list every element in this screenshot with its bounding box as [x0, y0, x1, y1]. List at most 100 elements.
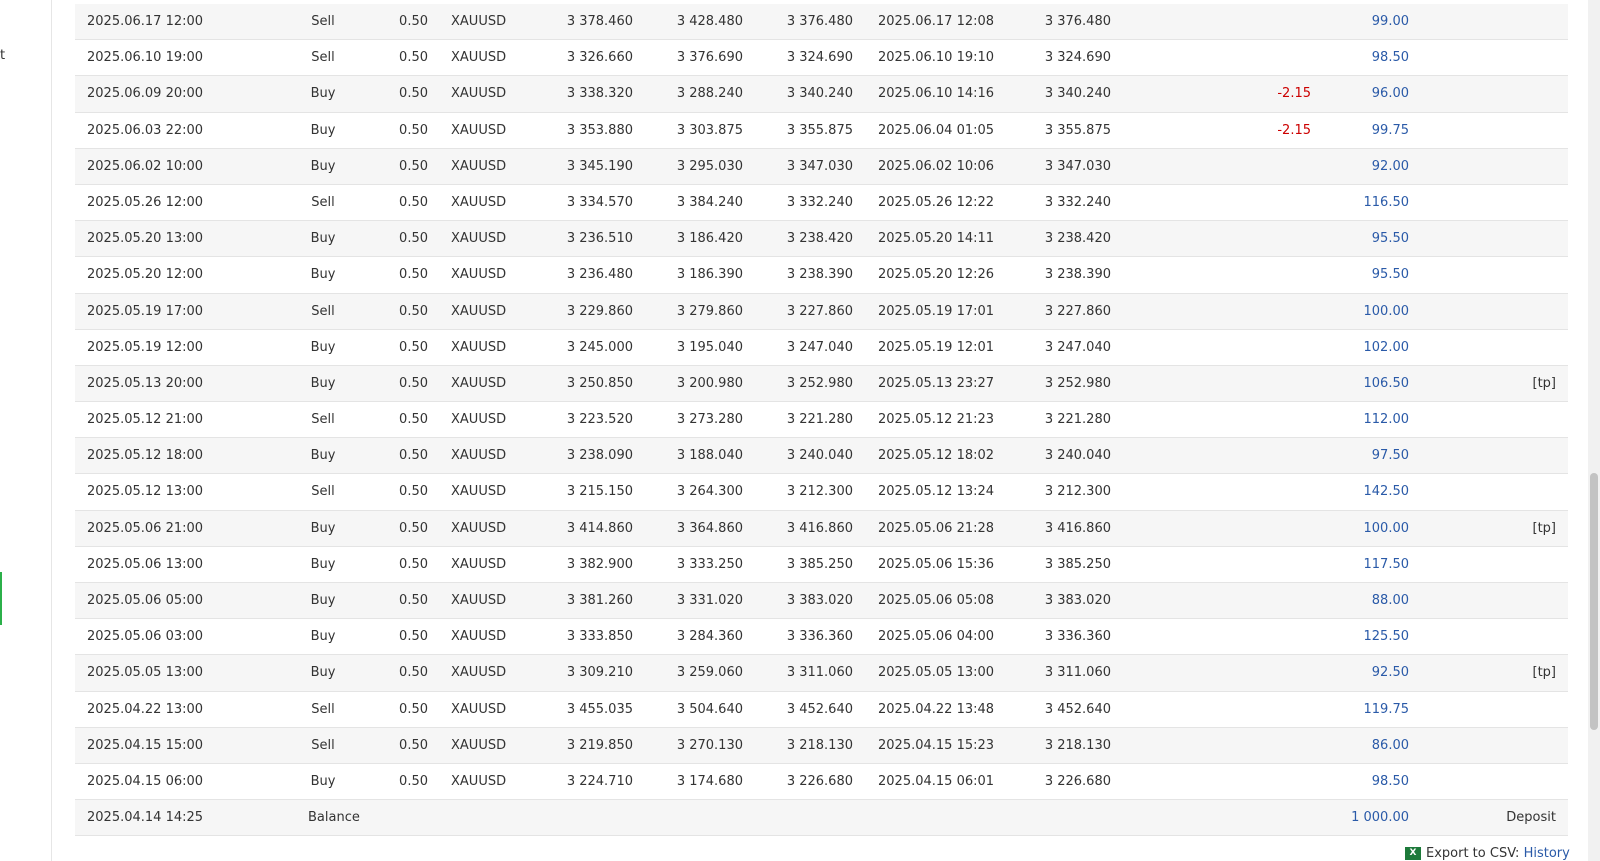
- close-price-cell: 3 324.690: [1044, 50, 1111, 66]
- open-time-cell: 2025.06.03 22:00: [87, 122, 204, 138]
- table-row[interactable]: 2025.04.15 06:00 Buy 0.50 XAUUSD 3 224.710 3 …: [75, 764, 1568, 801]
- volume-cell: 0.50: [399, 773, 428, 789]
- symbol-cell: XAUUSD: [451, 448, 507, 464]
- close-time-cell: 2025.04.15 15:23: [878, 737, 995, 753]
- take-profit-cell: 3 218.130: [786, 737, 853, 753]
- table-row[interactable]: 2025.06.17 12:00 Sell 0.50 XAUUSD 3 378.460 3…: [75, 4, 1568, 41]
- take-profit-cell: 3 212.300: [786, 484, 853, 500]
- table-row[interactable]: 2025.05.12 21:00 Sell 0.50 XAUUSD 3 223.520 3…: [75, 402, 1568, 439]
- volume-cell: 0.50: [399, 303, 428, 319]
- table-row[interactable]: 2025.05.20 13:00 Buy 0.50 XAUUSD 3 236.510 3 …: [75, 221, 1568, 258]
- table-row[interactable]: 2025.06.03 22:00 Buy 0.50 XAUUSD 3 353.880 3 …: [75, 113, 1568, 149]
- table-row[interactable]: 2025.05.06 13:00 Buy 0.50 XAUUSD 3 382.900 3 …: [75, 547, 1568, 583]
- type-cell: Sell: [311, 737, 335, 753]
- close-price-cell: 3 252.980: [1044, 375, 1111, 391]
- open-time-cell: 2025.05.13 20:00: [87, 375, 204, 391]
- symbol-cell: XAUUSD: [451, 158, 507, 174]
- take-profit-cell: 3 226.680: [786, 773, 853, 789]
- close-time-cell: 2025.05.06 21:28: [878, 520, 995, 536]
- table-row[interactable]: 2025.05.26 12:00 Sell 0.50 XAUUSD 3 334.570 3…: [75, 185, 1568, 222]
- profit-cell: 100.00: [1363, 303, 1410, 319]
- open-price-cell: 3 455.035: [566, 701, 633, 717]
- close-price-cell: 3 238.420: [1044, 231, 1111, 247]
- table-row[interactable]: 2025.05.20 12:00 Buy 0.50 XAUUSD 3 236.480 3 …: [75, 257, 1568, 294]
- stop-loss-cell: 3 284.360: [676, 629, 743, 645]
- table-row[interactable]: 2025.05.06 03:00 Buy 0.50 XAUUSD 3 333.850 3 …: [75, 619, 1568, 656]
- close-time-cell: 2025.05.20 14:11: [878, 231, 995, 247]
- table-row[interactable]: 2025.05.05 13:00 Buy 0.50 XAUUSD 3 309.210 3 …: [75, 655, 1568, 692]
- close-time-cell: 2025.06.10 19:10: [878, 50, 995, 66]
- take-profit-cell: 3 324.690: [786, 50, 853, 66]
- close-price-cell: 3 247.040: [1044, 339, 1111, 355]
- close-time-cell: 2025.05.12 21:23: [878, 412, 995, 428]
- close-time-cell: 2025.05.13 23:27: [878, 375, 995, 391]
- export-history-link[interactable]: History: [1524, 846, 1570, 861]
- stop-loss-cell: 3 288.240: [676, 86, 743, 102]
- open-time-cell: 2025.04.22 13:00: [87, 701, 204, 717]
- stop-loss-cell: 3 428.480: [676, 14, 743, 29]
- table-row[interactable]: 2025.05.19 12:00 Buy 0.50 XAUUSD 3 245.000 3 …: [75, 330, 1568, 366]
- table-row[interactable]: 2025.05.12 18:00 Buy 0.50 XAUUSD 3 238.090 3 …: [75, 438, 1568, 475]
- volume-cell: 0.50: [399, 412, 428, 428]
- stop-loss-cell: 3 174.680: [676, 773, 743, 789]
- profit-cell: 142.50: [1363, 484, 1410, 500]
- type-cell: Sell: [311, 194, 335, 210]
- take-profit-cell: 3 227.860: [786, 303, 853, 319]
- table-row[interactable]: 2025.06.09 20:00 Buy 0.50 XAUUSD 3 338.320 3 …: [75, 76, 1568, 113]
- close-price-cell: 3 376.480: [1044, 14, 1111, 29]
- type-cell: Buy: [310, 629, 336, 645]
- take-profit-cell: 3 221.280: [786, 412, 853, 428]
- stop-loss-cell: 3 188.040: [676, 448, 743, 464]
- table-row[interactable]: 2025.06.10 19:00 Sell 0.50 XAUUSD 3 326.660 3…: [75, 40, 1568, 77]
- open-price-cell: 3 338.320: [566, 86, 633, 102]
- profit-cell: 88.00: [1371, 593, 1409, 608]
- close-time-cell: 2025.05.19 12:01: [878, 339, 995, 355]
- stop-loss-cell: 3 186.420: [676, 231, 743, 247]
- comment-cell: [tp]: [1532, 665, 1557, 681]
- take-profit-cell: 3 238.390: [786, 267, 853, 283]
- type-cell: Buy: [310, 665, 336, 681]
- type-cell: Buy: [310, 158, 336, 174]
- type-cell: Buy: [310, 86, 336, 102]
- take-profit-cell: 3 416.860: [786, 520, 853, 536]
- symbol-cell: XAUUSD: [451, 556, 507, 572]
- open-time-cell: 2025.06.10 19:00: [87, 50, 204, 66]
- close-price-cell: 3 227.860: [1044, 303, 1111, 319]
- stop-loss-cell: 3 376.690: [676, 50, 743, 66]
- close-time-cell: 2025.05.12 13:24: [878, 484, 995, 500]
- symbol-cell: XAUUSD: [451, 701, 507, 717]
- table-row[interactable]: 2025.04.15 15:00 Sell 0.50 XAUUSD 3 219.850 3…: [75, 727, 1568, 764]
- profit-cell: 100.00: [1363, 520, 1410, 536]
- take-profit-cell: 3 247.040: [786, 339, 853, 355]
- open-price-cell: 3 334.570: [566, 194, 633, 210]
- table-row[interactable]: 2025.05.12 13:00 Sell 0.50 XAUUSD 3 215.150 3…: [75, 474, 1568, 511]
- open-price-cell: 3 414.860: [566, 520, 633, 536]
- profit-cell: 125.50: [1363, 629, 1410, 645]
- profit-cell: 95.50: [1371, 231, 1409, 247]
- table-row[interactable]: 2025.05.19 17:00 Sell 0.50 XAUUSD 3 229.860 3…: [75, 293, 1568, 330]
- type-cell: Buy: [310, 556, 336, 572]
- volume-cell: 0.50: [399, 50, 428, 66]
- open-price-cell: 3 250.850: [566, 375, 633, 391]
- close-time-cell: 2025.06.10 14:16: [878, 86, 995, 102]
- stop-loss-cell: 3 303.875: [676, 122, 743, 138]
- open-time-cell: 2025.05.06 03:00: [87, 629, 204, 645]
- table-row[interactable]: 2025.04.22 13:00 Sell 0.50 XAUUSD 3 455.035 3…: [75, 692, 1568, 728]
- volume-cell: 0.50: [399, 267, 428, 283]
- scrollbar[interactable]: [1588, 0, 1600, 861]
- symbol-cell: XAUUSD: [451, 737, 507, 753]
- close-time-cell: 2025.06.04 01:05: [878, 122, 995, 138]
- volume-cell: 0.50: [399, 86, 428, 102]
- table-row[interactable]: 2025.05.13 20:00 Buy 0.50 XAUUSD 3 250.850 3 …: [75, 365, 1568, 403]
- table-row[interactable]: 2025.04.14 14:25 Balance 1 000.00 Deposit: [75, 800, 1568, 837]
- table-row[interactable]: 2025.05.06 21:00 Buy 0.50 XAUUSD 3 414.860 3 …: [75, 510, 1568, 547]
- profit-cell: 99.00: [1371, 14, 1409, 29]
- profit-cell: 98.50: [1371, 50, 1409, 66]
- scrollbar-thumb[interactable]: [1590, 473, 1598, 730]
- stop-loss-cell: 3 273.280: [676, 412, 743, 428]
- open-time-cell: 2025.05.20 13:00: [87, 231, 204, 247]
- open-price-cell: 3 236.510: [566, 231, 633, 247]
- symbol-cell: XAUUSD: [451, 484, 507, 500]
- table-row[interactable]: 2025.05.06 05:00 Buy 0.50 XAUUSD 3 381.260 3 …: [75, 583, 1568, 620]
- table-row[interactable]: 2025.06.02 10:00 Buy 0.50 XAUUSD 3 345.190 3 …: [75, 148, 1568, 185]
